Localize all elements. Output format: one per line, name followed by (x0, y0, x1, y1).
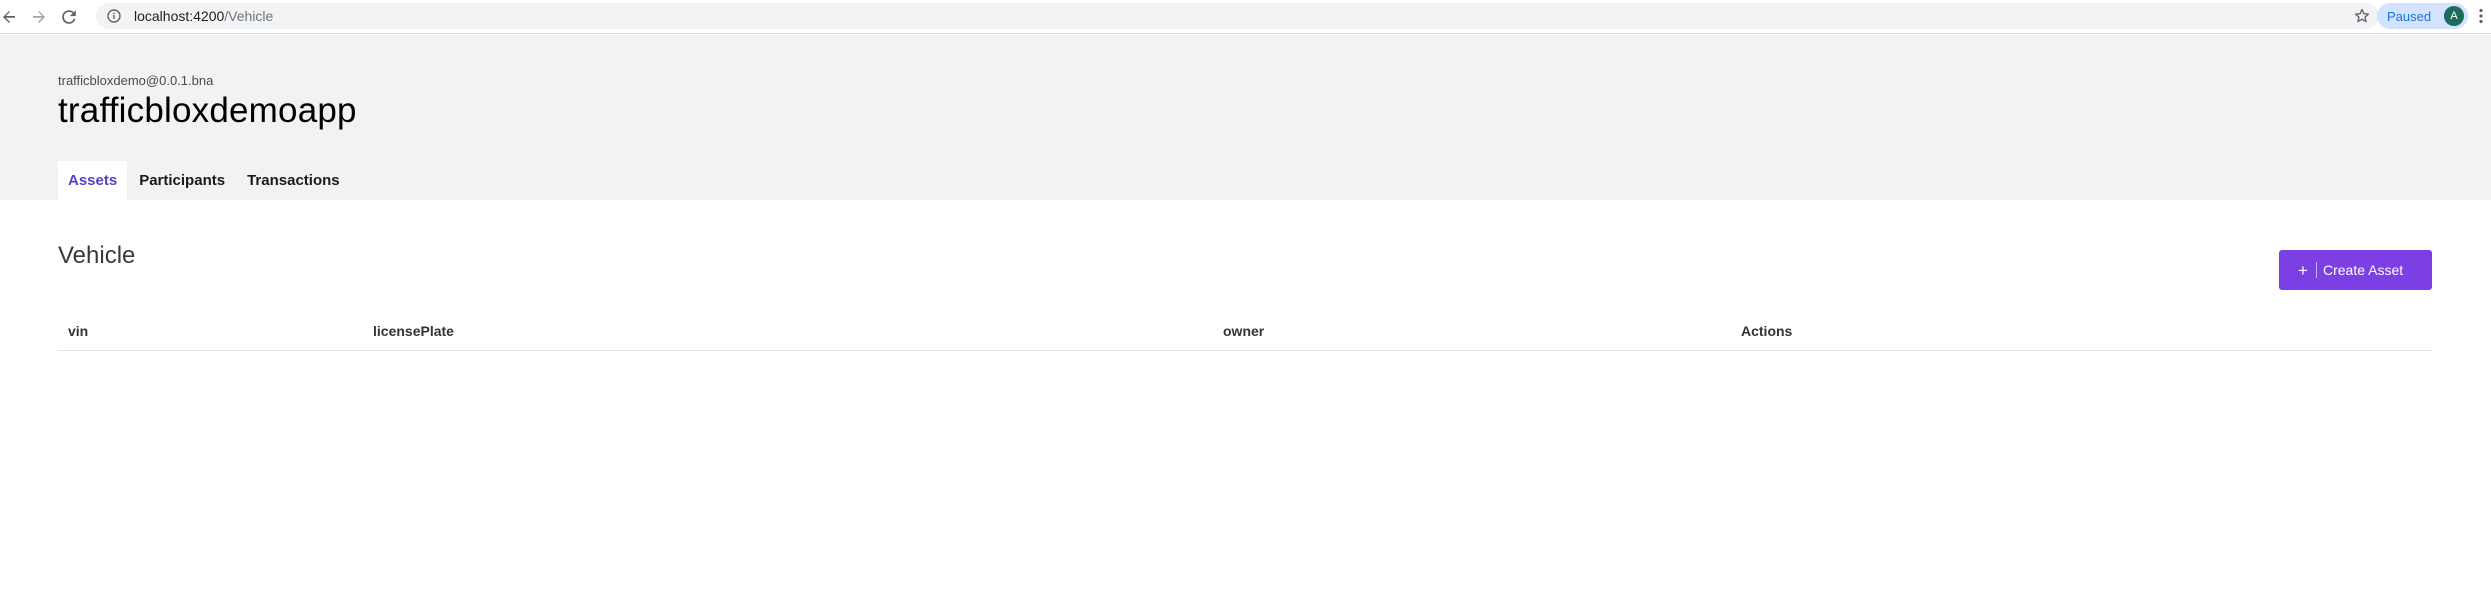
info-icon[interactable] (106, 8, 122, 24)
create-asset-label: Create Asset (2323, 262, 2404, 278)
assets-table-header: vin licensePlate owner Actions (58, 314, 2432, 351)
star-icon[interactable] (2353, 7, 2371, 25)
reload-icon[interactable] (56, 4, 82, 30)
column-header-license-plate: licensePlate (373, 323, 454, 339)
button-separator (2316, 262, 2317, 278)
main-content: Vehicle + Create Asset vin licensePlate … (0, 200, 2491, 594)
address-bar[interactable]: localhost:4200/Vehicle (96, 3, 2379, 29)
tab-assets[interactable]: Assets (58, 161, 128, 200)
create-asset-button[interactable]: + Create Asset (2279, 250, 2432, 290)
column-header-vin: vin (68, 323, 89, 339)
tab-participants[interactable]: Participants (129, 161, 235, 200)
arrow-right-icon[interactable] (26, 4, 52, 30)
vertical-dots-icon[interactable] (2474, 5, 2488, 27)
column-header-actions: Actions (1741, 323, 1793, 339)
page-title: Vehicle (58, 242, 136, 269)
profile-button[interactable]: Paused A (2377, 3, 2468, 29)
arrow-left-icon[interactable] (0, 4, 22, 30)
tab-transactions[interactable]: Transactions (237, 161, 350, 200)
app-subtitle: trafficbloxdemo@0.0.1.bna (58, 73, 214, 88)
app-title: trafficbloxdemoapp (58, 91, 357, 130)
column-header-owner: owner (1223, 323, 1265, 339)
plus-icon: + (2298, 260, 2308, 280)
browser-toolbar: localhost:4200/Vehicle Paused A (0, 0, 2491, 34)
app-header: trafficbloxdemo@0.0.1.bna trafficbloxdem… (0, 35, 2491, 200)
url-text: localhost:4200/Vehicle (134, 8, 273, 24)
url-path: /Vehicle (224, 8, 274, 24)
navigation-buttons (0, 4, 82, 30)
avatar: A (2444, 6, 2464, 26)
url-host: localhost:4200 (134, 8, 225, 24)
tab-bar: Assets Participants Transactions (58, 161, 352, 200)
profile-status: Paused (2387, 8, 2432, 24)
